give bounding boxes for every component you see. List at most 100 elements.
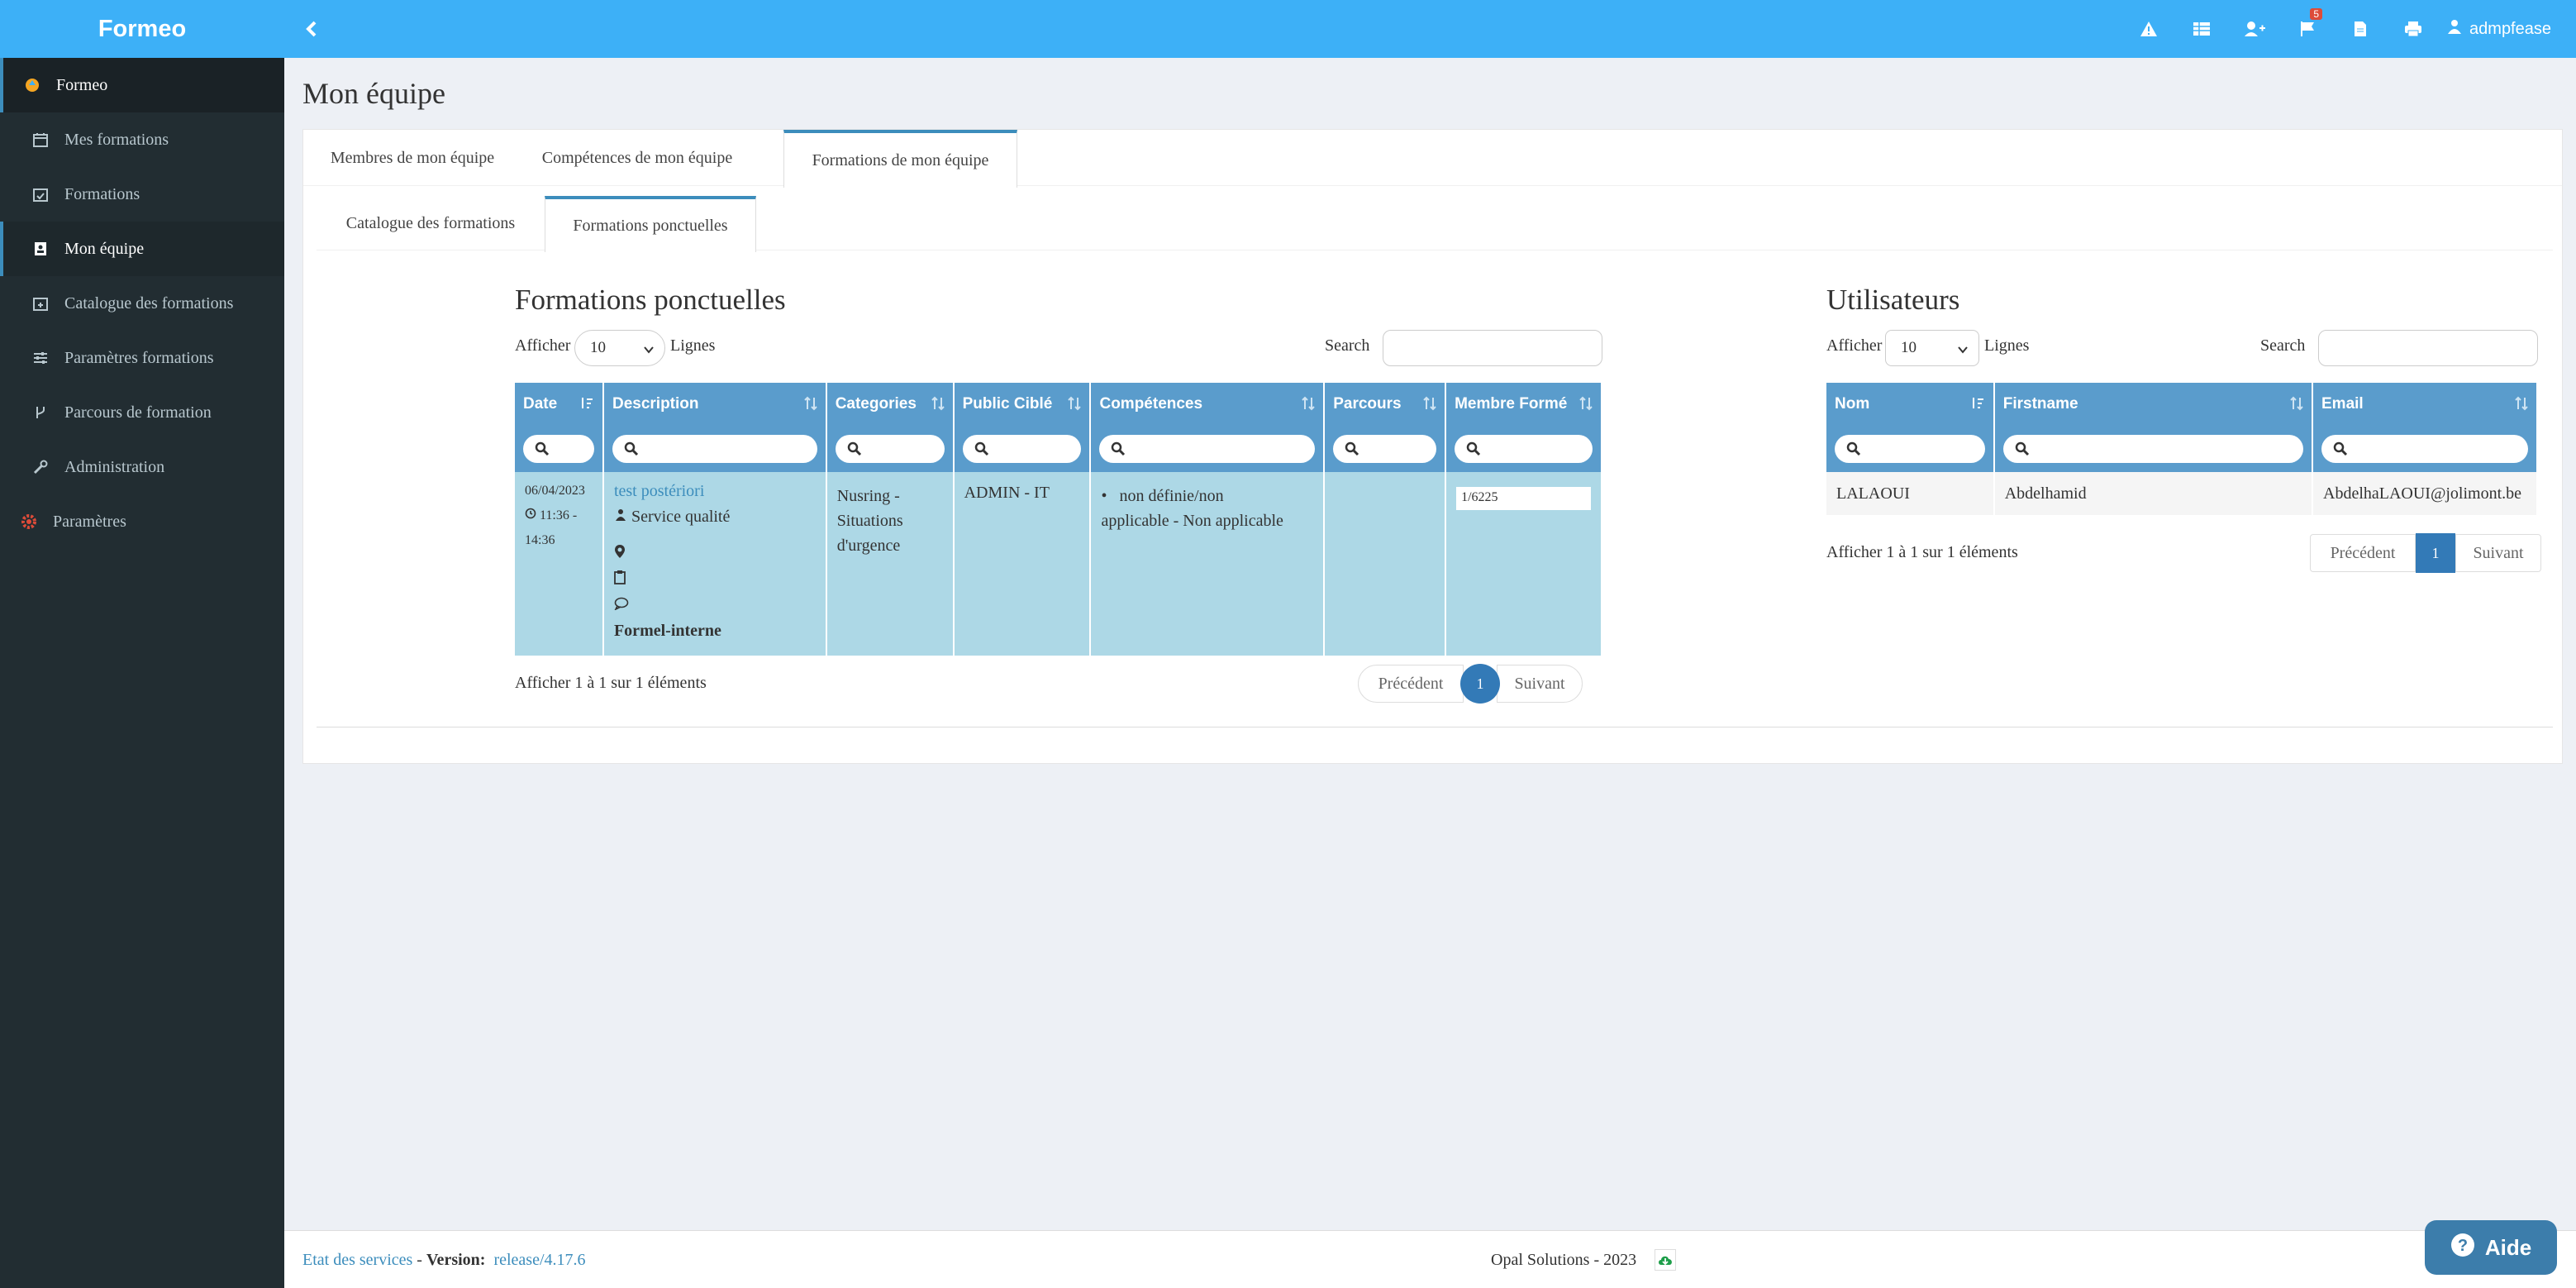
sidebar-item-label: Formeo bbox=[56, 75, 108, 94]
row-time-start: 11:36 - bbox=[540, 508, 578, 522]
row-title-link[interactable]: test postériori bbox=[614, 479, 816, 504]
subtab-ponctuelles[interactable]: Formations ponctuelles bbox=[545, 196, 756, 252]
sidebar-item-mes-formations[interactable]: Mes formations bbox=[0, 112, 284, 167]
company-text: Opal Solutions - 2023 bbox=[1491, 1251, 1637, 1269]
show-label: Afficher bbox=[1826, 336, 1883, 355]
filter-firstname[interactable] bbox=[2002, 435, 2303, 463]
sidebar-item-label: Administration bbox=[64, 457, 165, 476]
column-header-description[interactable]: Description bbox=[602, 383, 827, 426]
sidebar-item-formeo[interactable]: Formeo bbox=[0, 58, 284, 112]
table-icon[interactable] bbox=[2175, 0, 2228, 58]
sort-icon bbox=[1068, 396, 1082, 416]
top-icons: 5 admpfease bbox=[2122, 0, 2559, 58]
user-plus-icon[interactable] bbox=[2228, 0, 2281, 58]
page-1-button[interactable]: 1 bbox=[1460, 664, 1500, 704]
tab-formations[interactable]: Formations de mon équipe bbox=[783, 130, 1017, 188]
next-button[interactable]: Suivant bbox=[2455, 534, 2541, 572]
previous-button[interactable]: Précédent bbox=[2310, 534, 2416, 572]
sort-icon bbox=[1423, 396, 1436, 416]
search-label: Search bbox=[1325, 336, 1370, 355]
users-table: Nom Firstname Email LALAOUI Abdelhamid A… bbox=[1826, 383, 2538, 515]
next-button[interactable]: Suivant bbox=[1497, 665, 1583, 703]
search-input[interactable] bbox=[2318, 330, 2538, 366]
content-box: Membres de mon équipe Compétences de mon… bbox=[302, 129, 2563, 764]
search-icon bbox=[2015, 441, 2029, 456]
chevron-down-icon bbox=[1957, 342, 1969, 360]
sidebar-item-catalogue[interactable]: Catalogue des formations bbox=[0, 276, 284, 331]
row-email: AbdelhaLAOUI@jolimont.be bbox=[2312, 472, 2538, 515]
filter-description[interactable] bbox=[612, 435, 817, 463]
column-header-parcours[interactable]: Parcours bbox=[1324, 383, 1447, 426]
version-link[interactable]: release/4.17.6 bbox=[493, 1251, 585, 1269]
filter-membre[interactable] bbox=[1455, 435, 1593, 463]
tab-membres[interactable]: Membres de mon équipe bbox=[303, 130, 521, 186]
tab-competences[interactable]: Compétences de mon équipe bbox=[521, 130, 753, 186]
username: admpfease bbox=[2469, 19, 2551, 38]
sidebar-item-parametres[interactable]: Paramètres bbox=[0, 494, 284, 549]
row-time-end: 14:36 bbox=[525, 533, 555, 547]
top-navbar: 5 admpfease bbox=[284, 0, 2576, 58]
subtab-catalogue[interactable]: Catalogue des formations bbox=[317, 196, 545, 250]
filter-competences[interactable] bbox=[1099, 435, 1316, 463]
column-header-competences[interactable]: Compétences bbox=[1090, 383, 1326, 426]
page-size-select[interactable]: 10 bbox=[1885, 330, 1979, 366]
sidebar-item-formations[interactable]: Formations bbox=[0, 167, 284, 222]
filter-parcours[interactable] bbox=[1333, 435, 1437, 463]
page-size-select[interactable]: 10 bbox=[574, 330, 665, 366]
search-input[interactable] bbox=[1383, 330, 1602, 366]
column-header-firstname[interactable]: Firstname bbox=[1993, 383, 2314, 426]
row-category-line1: Nusring - bbox=[836, 487, 900, 505]
filter-email[interactable] bbox=[2321, 435, 2528, 463]
column-header-membre[interactable]: Membre Formé bbox=[1445, 383, 1602, 426]
chevron-left-icon[interactable] bbox=[299, 17, 324, 41]
column-header-date[interactable]: Date bbox=[515, 383, 604, 426]
table-row[interactable]: LALAOUI Abdelhamid AbdelhaLAOUI@jolimont… bbox=[1826, 472, 2538, 515]
search-icon bbox=[974, 441, 988, 456]
page-1-button[interactable]: 1 bbox=[2416, 533, 2455, 573]
page-size-value: 10 bbox=[1901, 339, 1917, 356]
row-category-line3: d'urgence bbox=[836, 537, 901, 555]
map-marker-icon bbox=[614, 541, 816, 567]
bullet: • bbox=[1101, 487, 1107, 505]
flag-icon[interactable]: 5 bbox=[2281, 0, 2334, 58]
print-icon[interactable] bbox=[2387, 0, 2440, 58]
sidebar-item-administration[interactable]: Administration bbox=[0, 440, 284, 494]
sidebar: Formeo Formeo Mes formations Formations … bbox=[0, 0, 284, 1288]
filter-date[interactable] bbox=[523, 435, 594, 463]
sidebar-item-parametres-formations[interactable]: Paramètres formations bbox=[0, 331, 284, 385]
sort-icon bbox=[2515, 396, 2528, 416]
brand-logo[interactable]: Formeo bbox=[0, 0, 284, 58]
user-icon bbox=[2448, 19, 2462, 39]
previous-button[interactable]: Précédent bbox=[1358, 665, 1464, 703]
footer: Etat des services - Version: release/4.1… bbox=[284, 1230, 2576, 1288]
filter-nom[interactable] bbox=[1835, 435, 1985, 463]
sidebar-item-mon-equipe[interactable]: Mon équipe bbox=[0, 222, 284, 276]
file-icon[interactable] bbox=[2334, 0, 2387, 58]
table-row[interactable]: 06/04/2023 11:36 - 14:36 test postériori… bbox=[515, 472, 1602, 656]
sidebar-item-label: Paramètres formations bbox=[64, 348, 214, 367]
sidebar-item-parcours[interactable]: Parcours de formation bbox=[0, 385, 284, 440]
row-service: Service qualité bbox=[631, 508, 731, 526]
column-header-categories[interactable]: Categories bbox=[826, 383, 955, 426]
row-membre-forme[interactable]: 1/6225 bbox=[1456, 487, 1591, 510]
lines-label: Lignes bbox=[670, 336, 716, 355]
filter-public[interactable] bbox=[962, 435, 1082, 463]
sidebar-item-label: Mes formations bbox=[64, 130, 169, 149]
sub-tabs: Catalogue des formations Formations ponc… bbox=[317, 196, 2553, 252]
column-header-email[interactable]: Email bbox=[2312, 383, 2538, 426]
cloud-download-icon[interactable] bbox=[1655, 1249, 1676, 1271]
column-header-public[interactable]: Public Ciblé bbox=[953, 383, 1092, 426]
user-menu[interactable]: admpfease bbox=[2440, 19, 2559, 39]
version-label: Version: bbox=[426, 1251, 486, 1269]
sidebar-item-label: Mon équipe bbox=[64, 239, 145, 258]
services-link[interactable]: Etat des services bbox=[302, 1251, 412, 1269]
warning-icon[interactable] bbox=[2122, 0, 2175, 58]
calendar-plus-icon bbox=[31, 294, 50, 312]
help-button[interactable]: ? Aide bbox=[2425, 1220, 2557, 1275]
sidebar-item-label: Formations bbox=[64, 184, 140, 203]
column-header-nom[interactable]: Nom bbox=[1826, 383, 1995, 426]
clipboard-icon bbox=[614, 567, 816, 593]
filter-categories[interactable] bbox=[835, 435, 945, 463]
section-title-formations: Formations ponctuelles bbox=[515, 284, 786, 316]
table-info: Afficher 1 à 1 sur 1 éléments bbox=[1826, 543, 2018, 561]
